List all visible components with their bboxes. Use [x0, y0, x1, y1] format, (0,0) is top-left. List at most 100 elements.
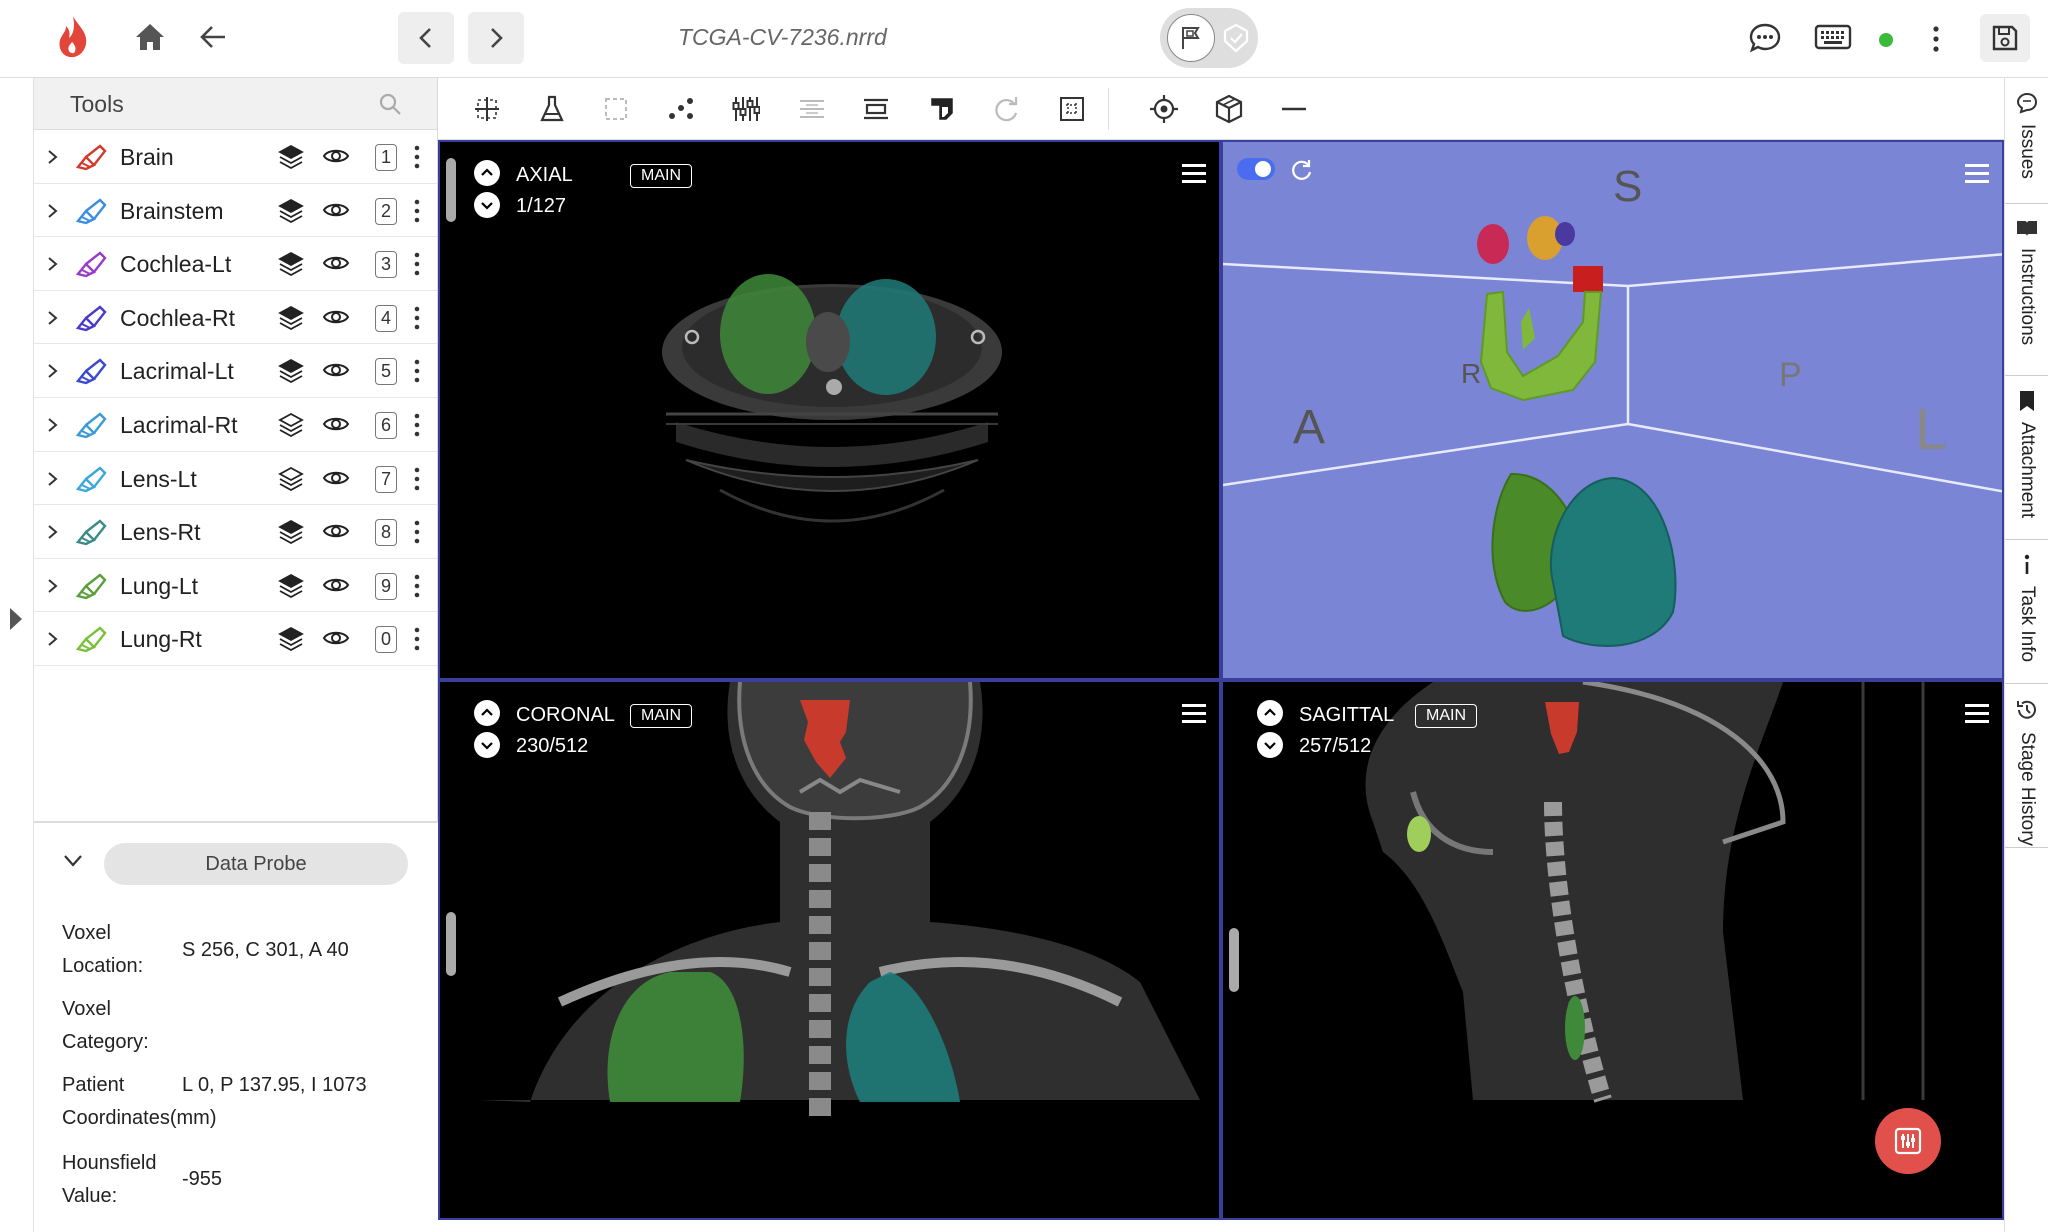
- coronal-viewport[interactable]: CORONAL MAIN 230/512: [438, 680, 1221, 1220]
- layers-icon[interactable]: [278, 144, 304, 170]
- expand-panel-icon[interactable]: [8, 606, 24, 632]
- expand-chevron-icon[interactable]: [46, 362, 60, 380]
- label-row[interactable]: Brain 1: [34, 130, 437, 184]
- coronal-menu-icon[interactable]: [1182, 704, 1206, 724]
- cube-icon[interactable]: [1211, 91, 1247, 127]
- label-row[interactable]: Lung-Rt 0: [34, 612, 437, 666]
- label-options-icon[interactable]: [414, 198, 420, 224]
- data-probe-button[interactable]: Data Probe: [104, 843, 408, 885]
- label-options-icon[interactable]: [414, 519, 420, 545]
- layers-icon[interactable]: [278, 358, 304, 384]
- label-options-icon[interactable]: [414, 305, 420, 331]
- flag-toggle[interactable]: [1160, 8, 1258, 68]
- label-row[interactable]: Lung-Lt 9: [34, 559, 437, 613]
- grid-select-icon[interactable]: [1054, 91, 1090, 127]
- tab-task-info[interactable]: Task Info: [2005, 540, 2048, 684]
- expand-chevron-icon[interactable]: [46, 470, 60, 488]
- coronal-slice-down-button[interactable]: [474, 732, 500, 758]
- prev-case-button[interactable]: [398, 12, 454, 64]
- axial-slice-up-button[interactable]: [474, 160, 500, 186]
- expand-chevron-icon[interactable]: [46, 202, 60, 220]
- target-icon[interactable]: [1146, 91, 1182, 127]
- layers-icon[interactable]: [278, 198, 304, 224]
- next-case-button[interactable]: [468, 12, 524, 64]
- eye-icon[interactable]: [322, 414, 350, 434]
- sagittal-slice-down-button[interactable]: [1257, 732, 1283, 758]
- tab-instructions[interactable]: Instructions: [2005, 204, 2048, 376]
- crosshair-grid-icon[interactable]: [469, 91, 505, 127]
- expand-chevron-icon[interactable]: [46, 630, 60, 648]
- eye-icon[interactable]: [322, 200, 350, 220]
- label-options-icon[interactable]: [414, 573, 420, 599]
- expand-chevron-icon[interactable]: [46, 309, 60, 327]
- label-row[interactable]: Lacrimal-Lt 5: [34, 344, 437, 398]
- coronal-slice-up-button[interactable]: [474, 700, 500, 726]
- more-options-icon[interactable]: [1932, 24, 1940, 54]
- eye-icon[interactable]: [322, 628, 350, 648]
- keyboard-icon[interactable]: [1814, 24, 1852, 50]
- eye-icon[interactable]: [322, 146, 350, 166]
- sagittal-menu-icon[interactable]: [1965, 704, 1989, 724]
- layers-icon[interactable]: [278, 573, 304, 599]
- eye-icon[interactable]: [322, 253, 350, 273]
- layers-icon[interactable]: [278, 251, 304, 277]
- axial-menu-icon[interactable]: [1182, 164, 1206, 184]
- expand-chevron-icon[interactable]: [46, 416, 60, 434]
- label-row[interactable]: Cochlea-Lt 3: [34, 237, 437, 291]
- 3d-render-toggle[interactable]: [1237, 158, 1275, 180]
- label-row[interactable]: Lens-Rt 8: [34, 505, 437, 559]
- layers-icon[interactable]: [278, 412, 304, 438]
- window-level-icon[interactable]: [728, 91, 764, 127]
- expand-chevron-icon[interactable]: [46, 523, 60, 541]
- back-arrow-icon[interactable]: [198, 24, 228, 50]
- 3d-viewport[interactable]: S A R P L: [1221, 140, 2004, 680]
- sagittal-viewport[interactable]: SAGITTAL MAIN 257/512: [1221, 680, 2004, 1220]
- eye-icon[interactable]: [322, 468, 350, 488]
- rect-select-icon[interactable]: [598, 91, 634, 127]
- save-button[interactable]: [1980, 14, 2030, 62]
- layers-icon[interactable]: [278, 626, 304, 652]
- eye-icon[interactable]: [322, 575, 350, 595]
- flask-icon[interactable]: [534, 91, 570, 127]
- axial-scroll-thumb[interactable]: [446, 158, 456, 222]
- tab-stage-history[interactable]: Stage History: [2005, 684, 2048, 848]
- label-options-icon[interactable]: [414, 251, 420, 277]
- axial-slice-down-button[interactable]: [474, 192, 500, 218]
- label-row[interactable]: Lacrimal-Rt 6: [34, 398, 437, 452]
- eye-icon[interactable]: [322, 360, 350, 380]
- label-options-icon[interactable]: [414, 626, 420, 652]
- app-logo-icon[interactable]: [56, 14, 90, 60]
- points-icon[interactable]: [663, 91, 699, 127]
- label-options-icon[interactable]: [414, 358, 420, 384]
- label-row[interactable]: Lens-Lt 7: [34, 452, 437, 506]
- interpolate-icon[interactable]: [794, 91, 830, 127]
- eye-icon[interactable]: [322, 521, 350, 541]
- refresh-icon[interactable]: [1289, 158, 1313, 182]
- redo-icon[interactable]: [989, 91, 1025, 127]
- tab-issues[interactable]: Issues: [2005, 78, 2048, 204]
- label-row[interactable]: Brainstem 2: [34, 184, 437, 238]
- shape-tool-icon[interactable]: [924, 91, 960, 127]
- layers-icon[interactable]: [278, 519, 304, 545]
- line-tool-icon[interactable]: [1276, 91, 1312, 127]
- layers-icon[interactable]: [278, 305, 304, 331]
- expand-chevron-icon[interactable]: [46, 577, 60, 595]
- sagittal-scroll-thumb[interactable]: [1229, 928, 1239, 992]
- sagittal-slice-up-button[interactable]: [1257, 700, 1283, 726]
- eye-icon[interactable]: [322, 307, 350, 327]
- axial-viewport[interactable]: AXIAL MAIN 1/127: [438, 140, 1221, 680]
- expand-chevron-icon[interactable]: [46, 255, 60, 273]
- home-icon[interactable]: [134, 22, 166, 52]
- align-center-icon[interactable]: [858, 91, 894, 127]
- search-icon[interactable]: [378, 92, 402, 116]
- label-options-icon[interactable]: [414, 144, 420, 170]
- label-options-icon[interactable]: [414, 412, 420, 438]
- tab-attachment[interactable]: Attachment: [2005, 376, 2048, 540]
- 3d-menu-icon[interactable]: [1965, 164, 1989, 184]
- label-row[interactable]: Cochlea-Rt 4: [34, 291, 437, 345]
- adjust-settings-button[interactable]: [1875, 1108, 1941, 1174]
- collapse-probe-icon[interactable]: [62, 853, 84, 869]
- expand-chevron-icon[interactable]: [46, 148, 60, 166]
- layers-icon[interactable]: [278, 466, 304, 492]
- comment-icon[interactable]: [1748, 22, 1782, 54]
